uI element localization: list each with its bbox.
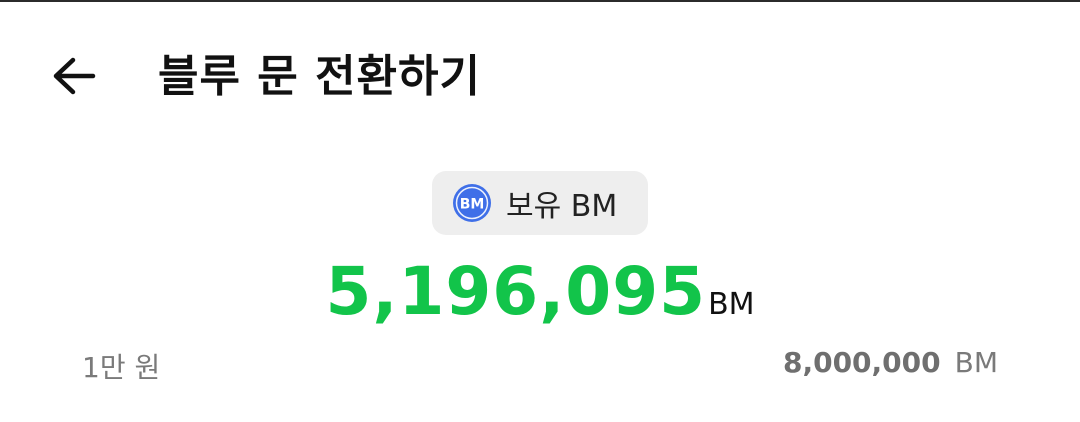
balance-label: 보유 BM bbox=[506, 189, 618, 224]
range-max-unit: BM bbox=[954, 346, 998, 379]
page-title: 블루 문 전환하기 bbox=[158, 51, 481, 102]
balance-amount: 5,196,095 bbox=[325, 253, 707, 330]
range-max: 8,000,000 BM bbox=[783, 346, 998, 379]
amount-row: 5,196,095BM bbox=[0, 250, 1080, 334]
convert-screen: 블루 문 전환하기 BM 보유 BM 5,196,095BM 1만 원 8,00… bbox=[0, 0, 1080, 422]
balance-chip: BM 보유 BM bbox=[432, 171, 648, 235]
bm-coin-icon: BM bbox=[453, 184, 491, 222]
range-max-value: 8,000,000 bbox=[782, 346, 941, 379]
coin-text: BM bbox=[460, 197, 485, 213]
back-button[interactable] bbox=[44, 48, 104, 104]
range-min-label: 1만 원 bbox=[82, 351, 161, 384]
balance-unit: BM bbox=[708, 287, 755, 322]
arrow-left-icon bbox=[53, 57, 96, 95]
header: 블루 문 전환하기 bbox=[0, 0, 1080, 150]
